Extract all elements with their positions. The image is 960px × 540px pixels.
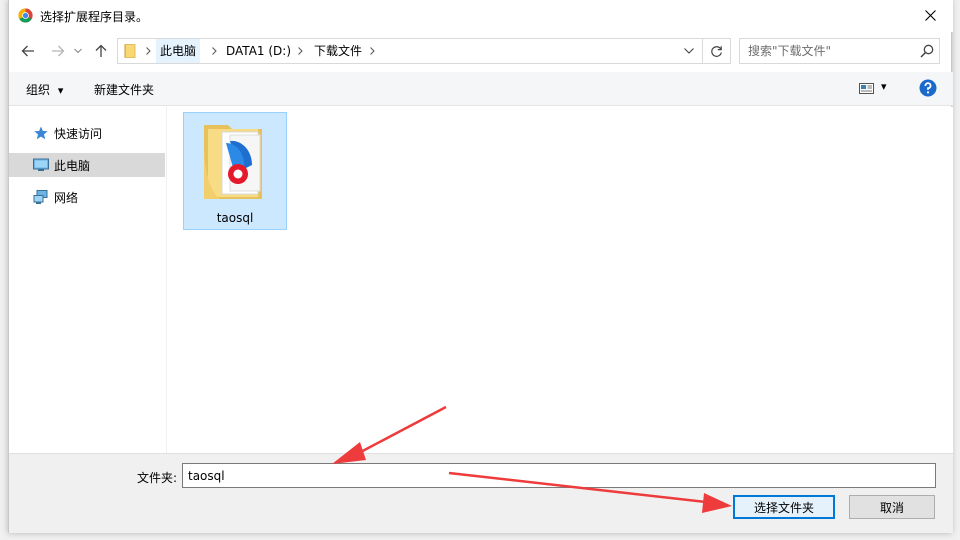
up-button[interactable] xyxy=(90,40,112,62)
cancel-button[interactable]: 取消 xyxy=(849,495,935,519)
breadcrumb-downloads[interactable]: 下载文件 xyxy=(310,39,366,63)
address-bar[interactable]: 此电脑 DATA1 (D:) 下载文件 xyxy=(117,38,731,64)
back-button[interactable] xyxy=(17,40,39,62)
close-button[interactable] xyxy=(907,0,953,31)
chevron-right-icon xyxy=(369,47,375,55)
arrow-left-icon xyxy=(21,45,34,57)
computer-icon xyxy=(33,158,49,171)
folder-name-input[interactable] xyxy=(182,463,936,488)
sidebar-item-network[interactable]: 网络 xyxy=(9,185,165,209)
help-button[interactable] xyxy=(919,79,937,97)
sidebar-item-label: 网络 xyxy=(54,191,79,205)
organize-menu[interactable]: 组织 ▾ xyxy=(26,81,63,98)
sidebar-item-label: 此电脑 xyxy=(54,159,91,173)
search-input[interactable] xyxy=(740,39,915,63)
organize-label: 组织 xyxy=(26,83,51,97)
folder-with-app-icon xyxy=(204,125,262,199)
search-box[interactable] xyxy=(739,38,940,64)
chevron-down-icon: ▾ xyxy=(57,84,64,97)
command-bar: 组织 ▾ 新建文件夹 ▾ xyxy=(9,72,953,106)
chevron-right-icon xyxy=(211,47,217,55)
refresh-icon xyxy=(711,45,722,57)
search-icon[interactable] xyxy=(919,43,935,59)
window-title: 选择扩展程序目录。 xyxy=(40,10,149,24)
file-list: taosql xyxy=(168,107,953,453)
chrome-logo-icon xyxy=(18,8,33,23)
folder-item-taosql[interactable]: taosql xyxy=(183,112,287,230)
breadcrumb-separator[interactable] xyxy=(140,39,156,63)
folder-name: taosql xyxy=(216,211,254,225)
title-bar: 选择扩展程序目录。 xyxy=(9,0,953,32)
chevron-right-icon xyxy=(145,47,151,55)
help-icon xyxy=(919,79,937,97)
arrow-up-icon xyxy=(95,44,107,57)
refresh-button[interactable] xyxy=(702,39,730,63)
breadcrumb-separator[interactable] xyxy=(206,39,222,63)
address-history-button[interactable] xyxy=(678,39,700,63)
chevron-right-icon xyxy=(297,47,303,55)
breadcrumb-separator[interactable] xyxy=(292,39,308,63)
folder-label: 文件夹: xyxy=(137,471,178,485)
change-view-button[interactable]: ▾ xyxy=(857,80,895,98)
close-icon xyxy=(924,10,936,21)
arrow-right-icon xyxy=(52,45,65,57)
network-icon xyxy=(33,190,48,204)
select-folder-button[interactable]: 选择文件夹 xyxy=(733,495,835,519)
breadcrumb-drive[interactable]: DATA1 (D:) xyxy=(222,39,295,63)
sidebar-item-this-pc[interactable]: 此电脑 xyxy=(9,153,165,177)
dialog-footer: 文件夹: 选择文件夹 取消 xyxy=(9,453,953,533)
breadcrumb-separator[interactable] xyxy=(364,39,380,63)
navigation-bar: 此电脑 DATA1 (D:) 下载文件 xyxy=(9,36,953,66)
sidebar-item-quick-access[interactable]: 快速访问 xyxy=(9,121,165,145)
folder-icon xyxy=(124,44,136,58)
view-details-icon xyxy=(859,83,874,94)
chevron-down-icon: ▾ xyxy=(881,80,887,93)
star-icon xyxy=(34,126,48,140)
forward-button[interactable] xyxy=(47,40,69,62)
new-folder-button[interactable]: 新建文件夹 xyxy=(94,81,154,98)
select-folder-dialog: 选择扩展程序目录。 此电脑 DATA1 (D:) 下载文件 搜索"下载文件" 组… xyxy=(8,0,953,533)
chevron-down-icon xyxy=(74,48,82,54)
breadcrumb-this-pc[interactable]: 此电脑 xyxy=(156,39,201,63)
sidebar-item-label: 快速访问 xyxy=(54,127,103,141)
recent-locations-button[interactable] xyxy=(71,40,85,62)
navigation-pane: 快速访问 此电脑 网络 xyxy=(9,107,167,453)
chevron-down-icon xyxy=(684,48,694,54)
